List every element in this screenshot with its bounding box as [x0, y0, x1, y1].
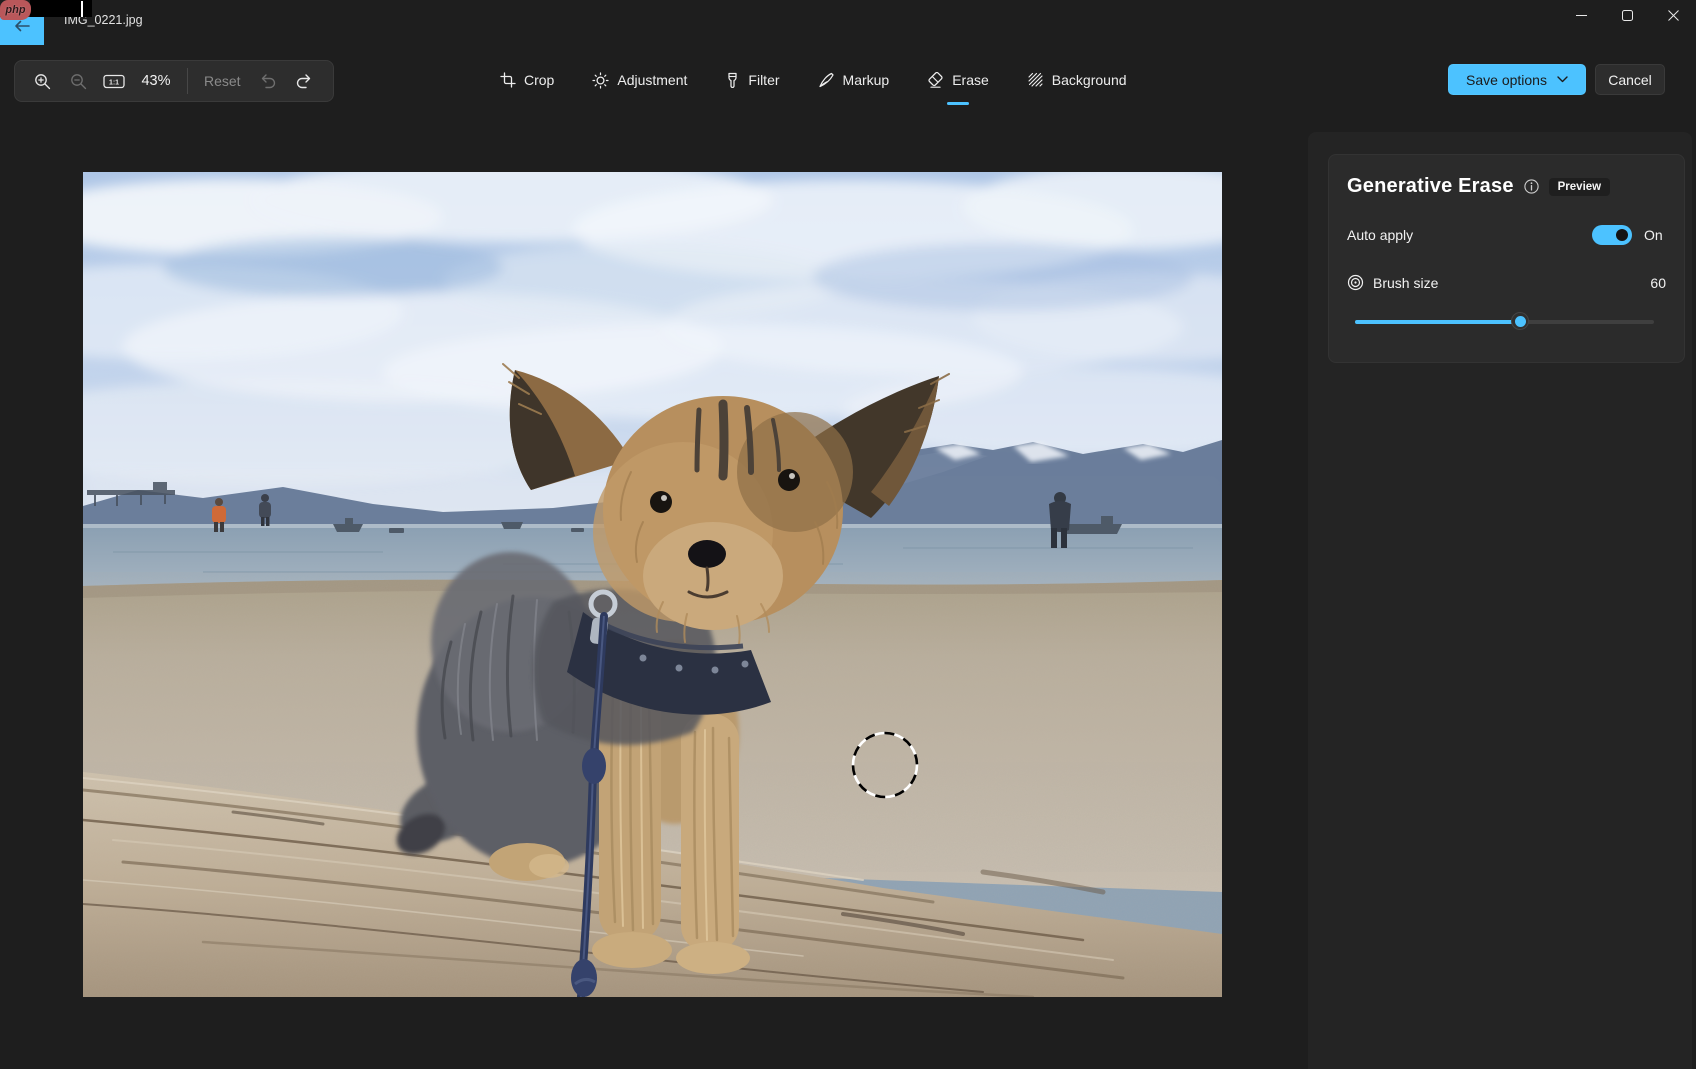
minimize-icon	[1576, 10, 1587, 21]
adjustment-sun-icon	[592, 72, 609, 89]
auto-apply-label: Auto apply	[1347, 227, 1413, 243]
save-options-button[interactable]: Save options	[1448, 64, 1586, 95]
photo-canvas[interactable]	[83, 172, 1222, 997]
redo-icon	[295, 73, 313, 89]
generative-erase-card: Generative Erase Preview Auto apply On B…	[1328, 154, 1685, 363]
cancel-button[interactable]: Cancel	[1595, 64, 1665, 95]
close-icon	[1668, 10, 1679, 21]
brush-size-value: 60	[1650, 275, 1666, 291]
redo-button[interactable]	[287, 65, 321, 97]
undo-icon	[259, 73, 277, 89]
slider-thumb[interactable]	[1511, 312, 1529, 330]
maximize-button[interactable]	[1604, 0, 1650, 30]
panel-title: Generative Erase	[1347, 175, 1514, 198]
back-arrow-icon	[13, 19, 31, 33]
tab-label: Markup	[843, 72, 890, 88]
photos-app-window: { "titlebar": { "overlay_badge": "php", …	[0, 0, 1696, 1069]
zoom-toolbar: 1:1 43% Reset	[14, 60, 334, 102]
tab-markup[interactable]: Markup	[818, 60, 890, 100]
tab-label: Filter	[748, 72, 779, 88]
crop-icon	[500, 72, 516, 88]
toggle-knob	[1616, 229, 1628, 241]
tab-background[interactable]: Background	[1027, 60, 1127, 100]
brush-size-label: Brush size	[1373, 275, 1438, 291]
minimize-button[interactable]	[1558, 0, 1604, 30]
back-button[interactable]	[0, 17, 44, 45]
zoom-out-icon	[70, 73, 87, 90]
info-icon[interactable]	[1524, 179, 1539, 194]
edit-tabs: Crop Adjustment Filter Markup Er	[500, 60, 1127, 100]
brush-size-slider[interactable]	[1347, 312, 1666, 330]
brush-size-icon	[1347, 274, 1364, 291]
cancel-label: Cancel	[1608, 72, 1652, 88]
one-to-one-icon: 1:1	[103, 73, 125, 90]
preview-badge: Preview	[1549, 178, 1610, 196]
tab-label: Adjustment	[617, 72, 687, 88]
slider-fill	[1355, 320, 1519, 324]
filter-icon	[725, 72, 740, 88]
markup-pen-icon	[818, 72, 835, 88]
close-button[interactable]	[1650, 0, 1696, 30]
actual-size-button[interactable]: 1:1	[97, 65, 131, 97]
tab-erase[interactable]: Erase	[927, 60, 989, 100]
erase-panel: Generative Erase Preview Auto apply On B…	[1308, 132, 1692, 1069]
undo-button[interactable]	[251, 65, 285, 97]
tab-filter[interactable]: Filter	[725, 60, 779, 100]
dog-beach-photo	[83, 172, 1222, 997]
auto-apply-state: On	[1644, 227, 1666, 243]
maximize-icon	[1622, 10, 1633, 21]
php-overlay-badge: php	[0, 0, 31, 20]
chevron-down-icon	[1557, 76, 1568, 83]
reset-button[interactable]: Reset	[196, 73, 249, 89]
toolbar-divider	[187, 68, 188, 94]
text-caret-artifact	[81, 1, 83, 17]
svg-text:1:1: 1:1	[109, 79, 119, 86]
background-icon	[1027, 72, 1044, 88]
zoom-in-icon	[34, 73, 51, 90]
save-options-label: Save options	[1466, 72, 1547, 88]
zoom-level: 43%	[133, 73, 179, 89]
tab-label: Background	[1052, 72, 1127, 88]
erase-icon	[927, 72, 944, 88]
window-controls	[1558, 0, 1696, 30]
auto-apply-toggle[interactable]	[1592, 225, 1632, 245]
tab-label: Erase	[952, 72, 989, 88]
zoom-in-button[interactable]	[25, 65, 59, 97]
slider-thumb-dot	[1515, 316, 1526, 327]
tab-label: Crop	[524, 72, 554, 88]
zoom-out-button[interactable]	[61, 65, 95, 97]
tab-crop[interactable]: Crop	[500, 60, 554, 100]
tab-adjustment[interactable]: Adjustment	[592, 60, 687, 100]
